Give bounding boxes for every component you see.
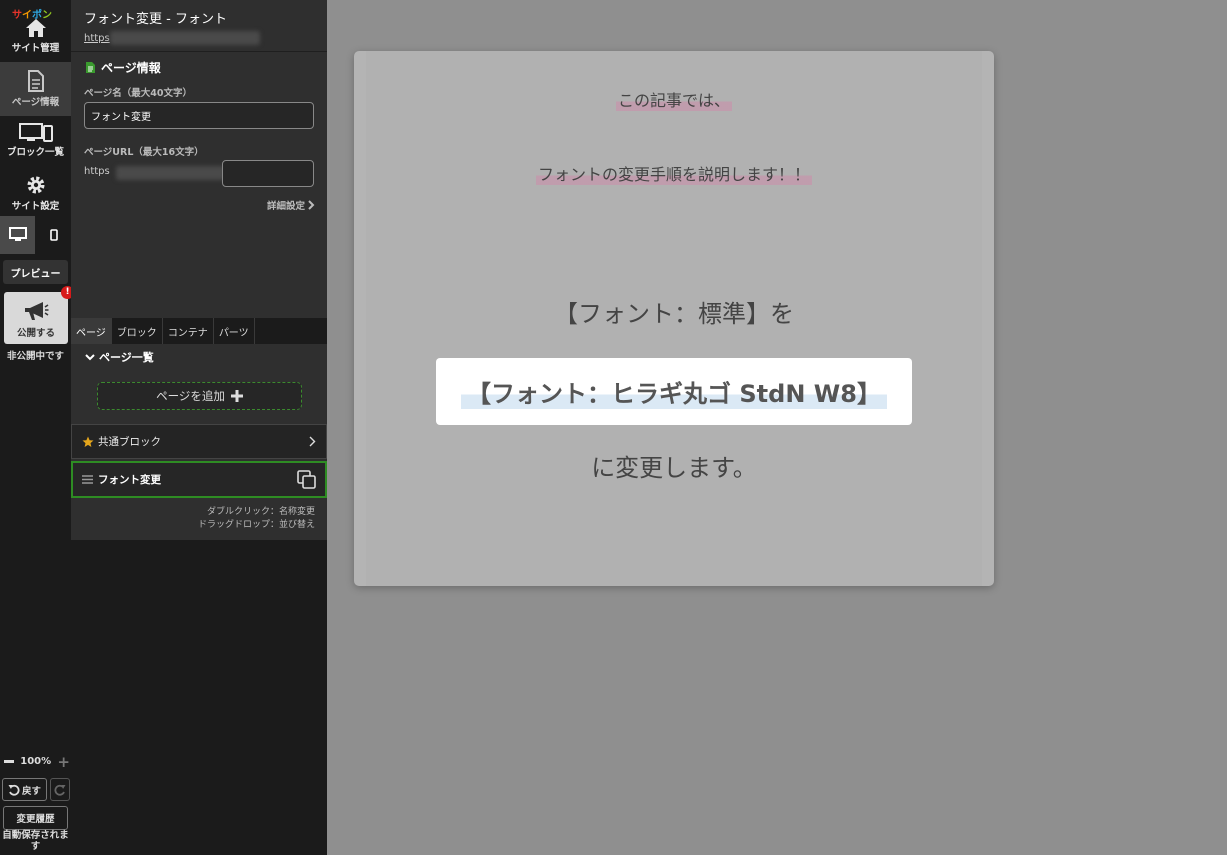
- page-url-prefix: https: [84, 166, 110, 177]
- devices-icon: [18, 123, 53, 142]
- page-info-panel: フォント変更 - フォント https ページ情報 ページ名（最大40文字） フ…: [71, 0, 327, 318]
- page-url-label: ページURL（最大16文字）: [84, 147, 204, 158]
- url-redacted: [109, 31, 260, 45]
- text-line-3[interactable]: 【フォント：標準】を: [354, 294, 994, 329]
- text-line-1[interactable]: この記事では、: [354, 87, 994, 111]
- desktop-icon: [8, 227, 27, 241]
- preview-button[interactable]: プレビュー: [3, 260, 68, 284]
- desktop-view-toggle[interactable]: [0, 216, 35, 254]
- mobile-view-toggle[interactable]: [36, 216, 71, 254]
- page-item-label: フォント変更: [98, 474, 161, 486]
- star-icon: [82, 436, 94, 447]
- block-list-label: ブロック一覧: [6, 147, 64, 158]
- tab-page[interactable]: ページ: [71, 318, 112, 344]
- document-icon: [27, 70, 44, 92]
- plus-icon: [230, 390, 243, 402]
- undo-icon: [8, 784, 20, 796]
- panel-title: フォント変更 - フォント: [84, 12, 227, 27]
- text-line-2-content: フォントの変更手順を説明します！！: [535, 161, 812, 185]
- mobile-icon: [49, 229, 58, 241]
- tab-container[interactable]: コンテナ: [163, 318, 214, 344]
- zoom-control: 100% +: [4, 754, 70, 769]
- url-prefix: https: [84, 32, 110, 44]
- text-line-2[interactable]: フォントの変更手順を説明します！！: [354, 161, 994, 185]
- history-label: 変更履歴: [16, 814, 55, 825]
- page-name-value: フォント変更: [91, 112, 151, 123]
- page-url-field[interactable]: [222, 160, 314, 187]
- side-panel: フォント変更 - フォント https ページ情報 ページ名（最大40文字） フ…: [71, 0, 327, 855]
- redo-icon: [54, 784, 66, 796]
- autosave-status: 自動保存されます: [2, 830, 69, 852]
- panel-tabs: ページ ブロック コンテナ パーツ: [71, 318, 327, 344]
- unpublished-status: 非公開中です: [6, 351, 64, 362]
- zoom-in-icon[interactable]: +: [57, 754, 70, 769]
- undo-label: 戻す: [21, 785, 41, 797]
- drag-handle-icon[interactable]: [82, 475, 93, 484]
- page-url-redacted: [116, 166, 226, 180]
- copy-icon[interactable]: [297, 470, 316, 489]
- site-settings-label: サイト設定: [11, 201, 60, 212]
- text-line-1-content: この記事では、: [615, 87, 732, 111]
- section-title: ページ情報: [85, 59, 161, 76]
- gear-icon: [27, 176, 44, 194]
- add-page-button[interactable]: ページを追加: [97, 382, 302, 410]
- tab-block[interactable]: ブロック: [112, 318, 163, 344]
- left-rail: サイポン サイト管理 ページ情報 ブロック一覧 サイト設定 プレビュー 公開する…: [0, 0, 74, 855]
- chevron-right-icon: [309, 436, 316, 447]
- page-list-item[interactable]: フォント変更: [71, 461, 327, 498]
- block-list-button[interactable]: ブロック一覧: [0, 122, 71, 174]
- page-info-label: ページ情報: [11, 97, 60, 108]
- advanced-settings-link[interactable]: 詳細設定: [267, 198, 315, 212]
- document-icon: [86, 62, 95, 73]
- page-list-area: ページ一覧 ページを追加 共通ブロック フォント変更 ダブルクリック：名称変更 …: [71, 344, 327, 540]
- page-name-label: ページ名（最大40文字）: [84, 88, 193, 99]
- hint-double-click: ダブルクリック：名称変更: [206, 507, 315, 517]
- home-icon: [25, 19, 46, 37]
- preview-label: プレビュー: [10, 268, 61, 280]
- add-page-label: ページを追加: [156, 389, 225, 403]
- common-block-item[interactable]: 共通ブロック: [71, 424, 327, 459]
- history-button[interactable]: 変更履歴: [3, 806, 68, 830]
- zoom-out-icon[interactable]: [4, 760, 14, 763]
- panel-header: フォント変更 - フォント https: [71, 0, 327, 52]
- text-line-4[interactable]: に変更します。: [354, 448, 994, 483]
- page-list-toggle[interactable]: ページ一覧: [85, 349, 154, 365]
- advanced-settings-label: 詳細設定: [266, 201, 305, 212]
- chevron-right-icon: [308, 200, 315, 210]
- page-list-title: ページ一覧: [99, 351, 154, 364]
- site-manage-label: サイト管理: [11, 43, 60, 54]
- page-url-link[interactable]: https: [84, 31, 314, 45]
- zoom-level: 100%: [20, 756, 52, 767]
- page-name-field[interactable]: フォント変更: [84, 102, 314, 129]
- hint-drag-drop: ドラッグドロップ：並び替え: [197, 520, 315, 530]
- highlight-text: 【フォント：ヒラギ丸ゴ StdN W8】: [461, 374, 887, 409]
- common-block-label: 共通ブロック: [98, 436, 161, 448]
- publish-label: 公開する: [16, 328, 55, 339]
- text-line-3-content: 【フォント：標準】を: [554, 300, 794, 328]
- section-title-text: ページ情報: [101, 61, 161, 75]
- highlight-text-block[interactable]: 【フォント：ヒラギ丸ゴ StdN W8】: [436, 358, 912, 425]
- undo-button[interactable]: 戻す: [2, 778, 47, 801]
- page-info-button[interactable]: ページ情報: [0, 62, 71, 116]
- tab-parts[interactable]: パーツ: [214, 318, 255, 344]
- text-line-4-content: に変更します。: [591, 454, 757, 482]
- redo-button[interactable]: [50, 778, 70, 801]
- publish-button[interactable]: 公開する: [4, 292, 68, 344]
- megaphone-icon: [25, 302, 49, 320]
- chevron-down-icon: [85, 353, 95, 360]
- page-preview-card: この記事では、 フォントの変更手順を説明します！！ 【フォント：標準】を 【フォ…: [354, 51, 994, 586]
- page-list-hint: ダブルクリック：名称変更 ドラッグドロップ：並び替え: [198, 506, 315, 532]
